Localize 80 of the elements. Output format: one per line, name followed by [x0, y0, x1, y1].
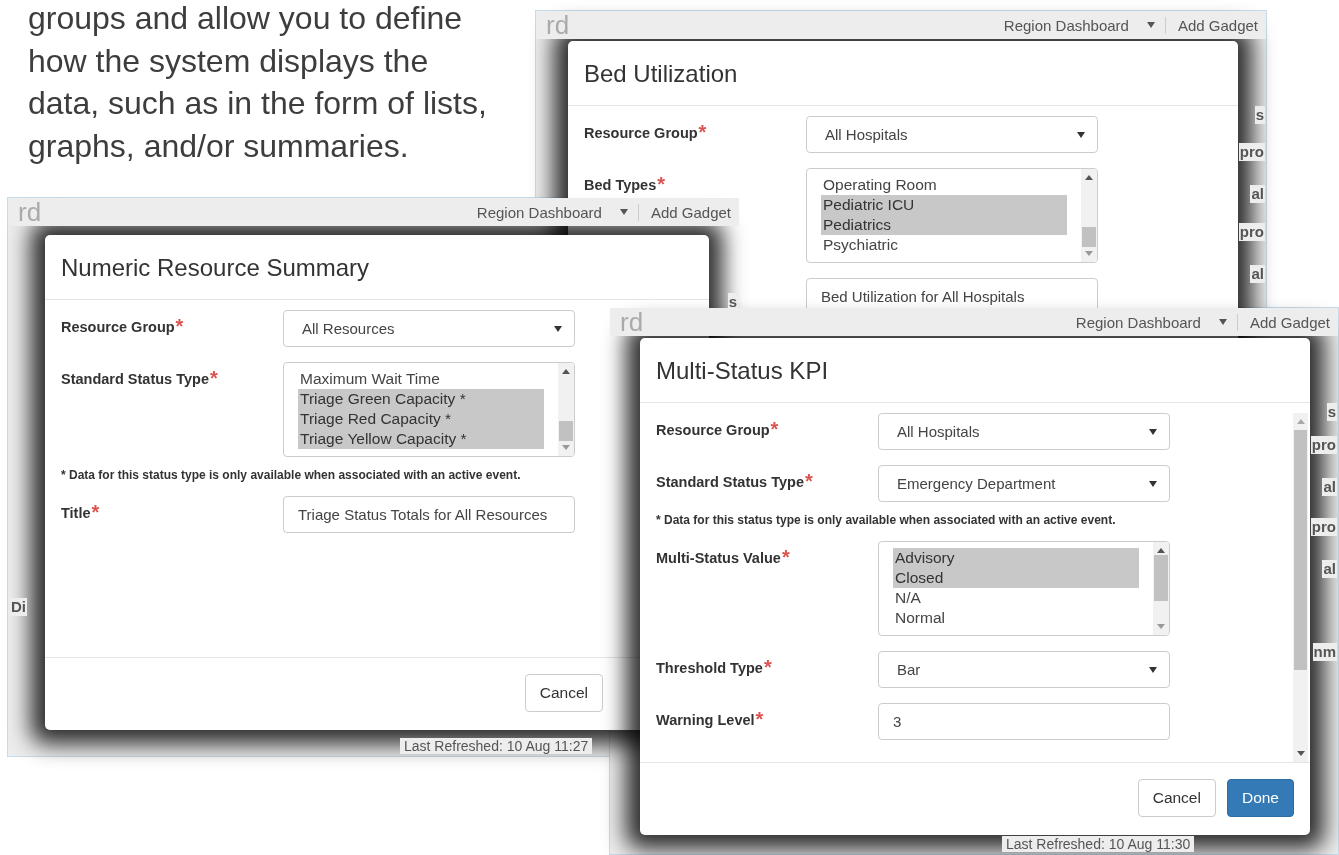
done-button[interactable]: Done [1226, 779, 1294, 817]
add-gadget-menu[interactable]: Add Gadget [1164, 16, 1258, 34]
scroll-up-icon [1157, 548, 1165, 553]
listbox-option[interactable]: Triage Yellow Capacity * [298, 429, 544, 449]
scroll-down-icon [1296, 751, 1305, 756]
scroll-down-icon [1157, 624, 1165, 629]
select-field[interactable]: All Hospitals [878, 413, 1170, 450]
required-mark: * [770, 418, 779, 440]
required-mark: * [657, 173, 666, 195]
scroll-up-icon [1085, 175, 1093, 180]
dialog-title: Bed Utilization [584, 63, 739, 85]
select-field[interactable]: Bar [878, 651, 1170, 688]
listbox-option[interactable]: Psychiatric [821, 235, 1067, 255]
listbox-option[interactable]: Advisory [893, 548, 1139, 568]
cancel-button[interactable]: Cancel [1137, 779, 1216, 817]
caret-icon [619, 209, 628, 215]
scrollbar[interactable] [1153, 542, 1169, 635]
dashboard-title-fragment: rd [546, 9, 570, 41]
listbox-option[interactable]: Normal [893, 608, 1139, 628]
caret-icon [1077, 131, 1085, 138]
dashboard-title-fragment: rd [18, 196, 42, 228]
select-field[interactable]: All Hospitals [806, 116, 1098, 153]
listbox-option[interactable]: Pediatrics [821, 215, 1067, 235]
field-label: Warning Level [656, 712, 755, 728]
field-label: Resource Group [584, 125, 698, 141]
listbox-option[interactable]: Operating Room [821, 175, 1067, 195]
field-label: Title [61, 505, 91, 521]
listbox-option[interactable]: Closed [893, 568, 1139, 588]
caret-icon [1149, 480, 1157, 487]
select-field[interactable]: Emergency Department [878, 465, 1170, 502]
caret-icon [1149, 666, 1157, 673]
dialog-title: Numeric Resource Summary [61, 257, 371, 279]
scroll-up-icon [1296, 419, 1305, 424]
field-label: Standard Status Type [61, 371, 209, 387]
caret-icon [1218, 319, 1227, 325]
select-field[interactable]: All Resources [283, 310, 575, 347]
field-label: Multi-Status Value [656, 550, 781, 566]
add-gadget-menu[interactable]: Add Gadget [637, 203, 731, 221]
required-mark: * [698, 121, 707, 143]
required-mark: * [175, 315, 184, 337]
region-dashboard-menu[interactable]: Region Dashboard [1075, 313, 1201, 331]
field-label: Bed Types [584, 177, 657, 193]
caret-icon [554, 325, 562, 332]
dialog-title: Multi-Status KPI [656, 360, 830, 382]
required-mark: * [755, 708, 764, 730]
scrollbar-thumb[interactable] [559, 421, 573, 441]
intro-paragraph: groups and allow you to define how the system displays the data, such as in the form of lists, graphs, and/or summaries. [28, 0, 488, 166]
listbox-option[interactable]: Triage Green Capacity * [298, 389, 544, 409]
field-label: Standard Status Type [656, 474, 804, 490]
required-mark: * [210, 367, 218, 389]
add-gadget-menu[interactable]: Add Gadget [1236, 313, 1330, 331]
status-note: * Data for this status type is only available when associated with an active event. [656, 513, 1117, 527]
scrollbar[interactable] [1293, 413, 1308, 762]
required-mark: * [763, 656, 772, 678]
region-dashboard-menu[interactable]: Region Dashboard [1003, 16, 1129, 34]
scrollbar-thumb[interactable] [1294, 430, 1307, 670]
scrollbar[interactable] [558, 363, 574, 456]
region-dashboard-menu[interactable]: Region Dashboard [476, 203, 602, 221]
input-field[interactable]: Triage Status Totals for All Resources [283, 496, 575, 533]
listbox-option[interactable]: Maximum Wait Time [298, 369, 544, 389]
scroll-up-icon [562, 369, 570, 374]
field-label: Resource Group [61, 319, 175, 335]
scrollbar-thumb[interactable] [1082, 227, 1096, 247]
scroll-down-icon [1085, 251, 1093, 256]
required-mark: * [805, 470, 813, 492]
input-field[interactable]: 3 [878, 703, 1170, 740]
listbox-option[interactable]: Pediatric ICU [821, 195, 1067, 215]
listbox-option[interactable]: Triage Red Capacity * [298, 409, 544, 429]
cancel-button[interactable]: Cancel [524, 674, 603, 712]
dashboard-title-fragment: rd [620, 306, 644, 338]
field-label: Resource Group [656, 422, 770, 438]
scroll-down-icon [562, 445, 570, 450]
scrollbar[interactable] [1081, 169, 1097, 262]
required-mark: * [91, 501, 100, 523]
required-mark: * [781, 546, 790, 568]
field-label: Threshold Type [656, 660, 763, 676]
scrollbar-thumb[interactable] [1154, 555, 1168, 601]
caret-icon [1149, 428, 1157, 435]
caret-icon [1146, 22, 1155, 28]
listbox-option[interactable]: N/A [893, 588, 1139, 608]
